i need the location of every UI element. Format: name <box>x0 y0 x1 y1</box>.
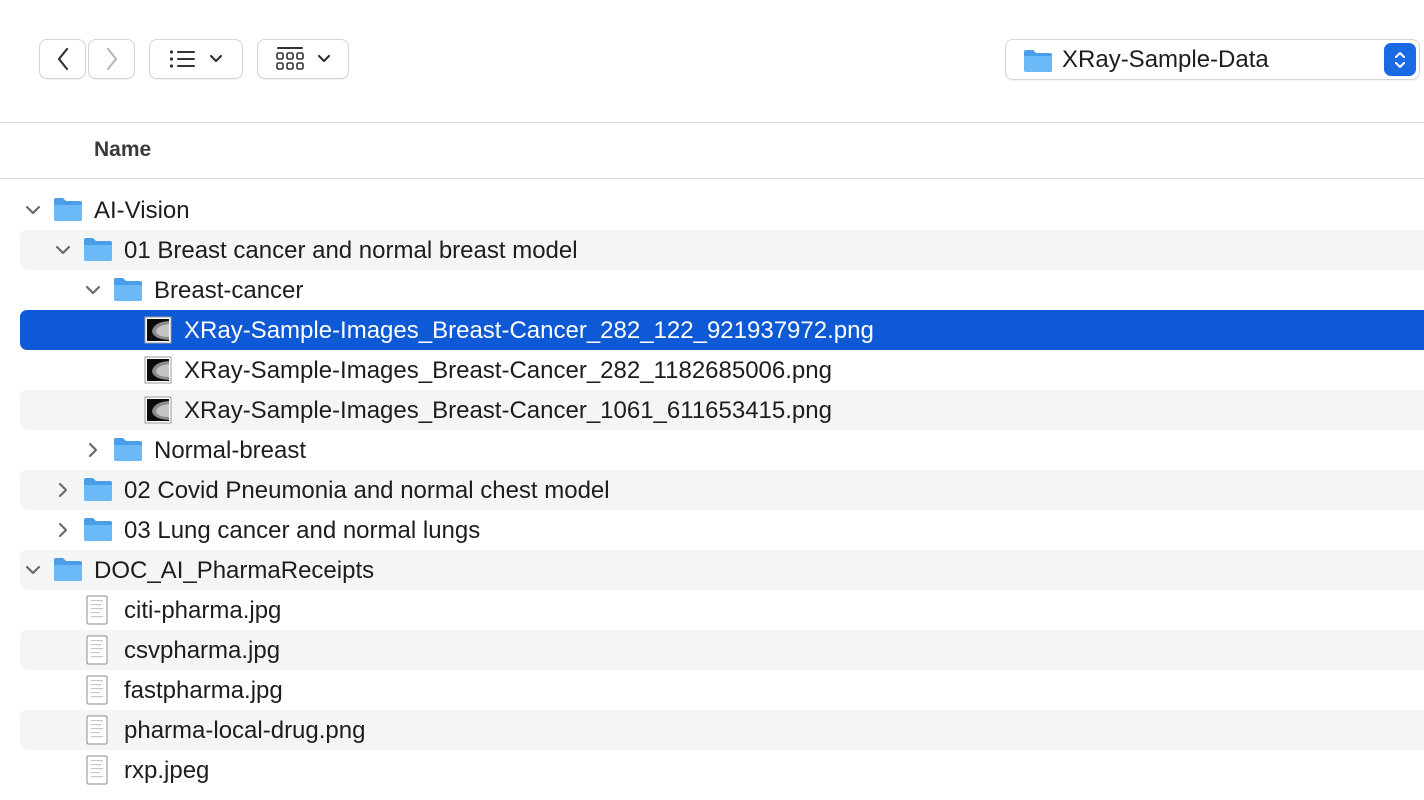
file-row[interactable]: citi-pharma.jpg <box>0 590 1424 630</box>
disclosure-expanded-icon[interactable] <box>24 201 42 219</box>
item-name: DOC_AI_PharmaReceipts <box>94 557 375 584</box>
item-name: 02 Covid Pneumonia and normal chest mode… <box>124 477 610 504</box>
document-icon <box>86 635 108 670</box>
xray-image-icon <box>144 316 172 349</box>
item-name: Normal-breast <box>154 437 307 464</box>
group-options-button[interactable] <box>257 39 349 79</box>
disclosure-expanded-icon[interactable] <box>54 241 72 259</box>
folder-icon <box>113 276 143 307</box>
folder-icon <box>83 476 113 507</box>
item-name: 01 Breast cancer and normal breast model <box>124 237 578 264</box>
up-down-chevron-icon <box>1395 51 1405 68</box>
document-icon <box>86 595 108 630</box>
item-name: citi-pharma.jpg <box>124 597 282 624</box>
item-name: fastpharma.jpg <box>124 677 283 704</box>
item-name: XRay-Sample-Images_Breast-Cancer_282_122… <box>184 317 874 344</box>
chevron-right-icon <box>106 47 117 71</box>
item-name: Breast-cancer <box>154 277 304 304</box>
disclosure-collapsed-icon[interactable] <box>54 521 72 539</box>
item-name: rxp.jpeg <box>124 757 210 784</box>
disclosure-collapsed-icon[interactable] <box>84 441 102 459</box>
xray-image-icon <box>144 396 172 429</box>
item-name: pharma-local-drug.png <box>124 717 366 744</box>
divider <box>0 178 1424 179</box>
file-row[interactable]: rxp.jpeg <box>0 750 1424 790</box>
item-name: XRay-Sample-Images_Breast-Cancer_1061_61… <box>184 397 832 424</box>
item-name: 03 Lung cancer and normal lungs <box>124 517 481 544</box>
file-row[interactable]: csvpharma.jpg <box>0 630 1424 670</box>
folder-icon <box>113 436 143 467</box>
path-popup-stepper[interactable] <box>1384 43 1416 76</box>
file-row[interactable]: fastpharma.jpg <box>0 670 1424 710</box>
folder-row[interactable]: 02 Covid Pneumonia and normal chest mode… <box>0 470 1424 510</box>
path-popup[interactable]: XRay-Sample-Data <box>1005 39 1420 80</box>
column-header-name[interactable]: Name <box>94 138 151 162</box>
item-name: csvpharma.jpg <box>124 637 281 664</box>
back-button[interactable] <box>39 39 86 79</box>
chevron-down-icon <box>209 54 223 63</box>
row-background <box>20 750 1424 790</box>
folder-icon <box>53 196 83 227</box>
path-popup-label: XRay-Sample-Data <box>1062 46 1269 73</box>
folder-row[interactable]: 03 Lung cancer and normal lungs <box>0 510 1424 550</box>
folder-row[interactable]: AI-Vision <box>0 190 1424 230</box>
folder-row[interactable]: Breast-cancer <box>0 270 1424 310</box>
grid-group-icon <box>276 47 304 70</box>
forward-button[interactable] <box>88 39 135 79</box>
document-icon <box>86 755 108 790</box>
document-icon <box>86 675 108 710</box>
row-background <box>20 190 1424 230</box>
chevron-down-icon <box>317 54 331 63</box>
disclosure-expanded-icon[interactable] <box>84 281 102 299</box>
list-view-icon <box>169 50 195 68</box>
file-row[interactable]: pharma-local-drug.png <box>0 710 1424 750</box>
disclosure-collapsed-icon[interactable] <box>54 481 72 499</box>
folder-row[interactable]: DOC_AI_PharmaReceipts <box>0 550 1424 590</box>
item-name: XRay-Sample-Images_Breast-Cancer_282_118… <box>184 357 832 384</box>
folder-row[interactable]: Normal-breast <box>0 430 1424 470</box>
folder-icon <box>1024 50 1052 72</box>
xray-image-icon <box>144 356 172 389</box>
view-options-button[interactable] <box>149 39 243 79</box>
item-name: AI-Vision <box>94 197 190 224</box>
folder-icon <box>53 556 83 587</box>
file-row[interactable]: XRay-Sample-Images_Breast-Cancer_282_122… <box>0 310 1424 350</box>
chevron-left-icon <box>57 47 68 71</box>
document-icon <box>86 715 108 750</box>
file-row[interactable]: XRay-Sample-Images_Breast-Cancer_282_118… <box>0 350 1424 390</box>
folder-icon <box>83 516 113 547</box>
folder-icon <box>83 236 113 267</box>
disclosure-expanded-icon[interactable] <box>24 561 42 579</box>
toolbar: XRay-Sample-Data <box>0 0 1424 122</box>
folder-row[interactable]: 01 Breast cancer and normal breast model <box>0 230 1424 270</box>
divider <box>0 122 1424 123</box>
file-row[interactable]: XRay-Sample-Images_Breast-Cancer_1061_61… <box>0 390 1424 430</box>
